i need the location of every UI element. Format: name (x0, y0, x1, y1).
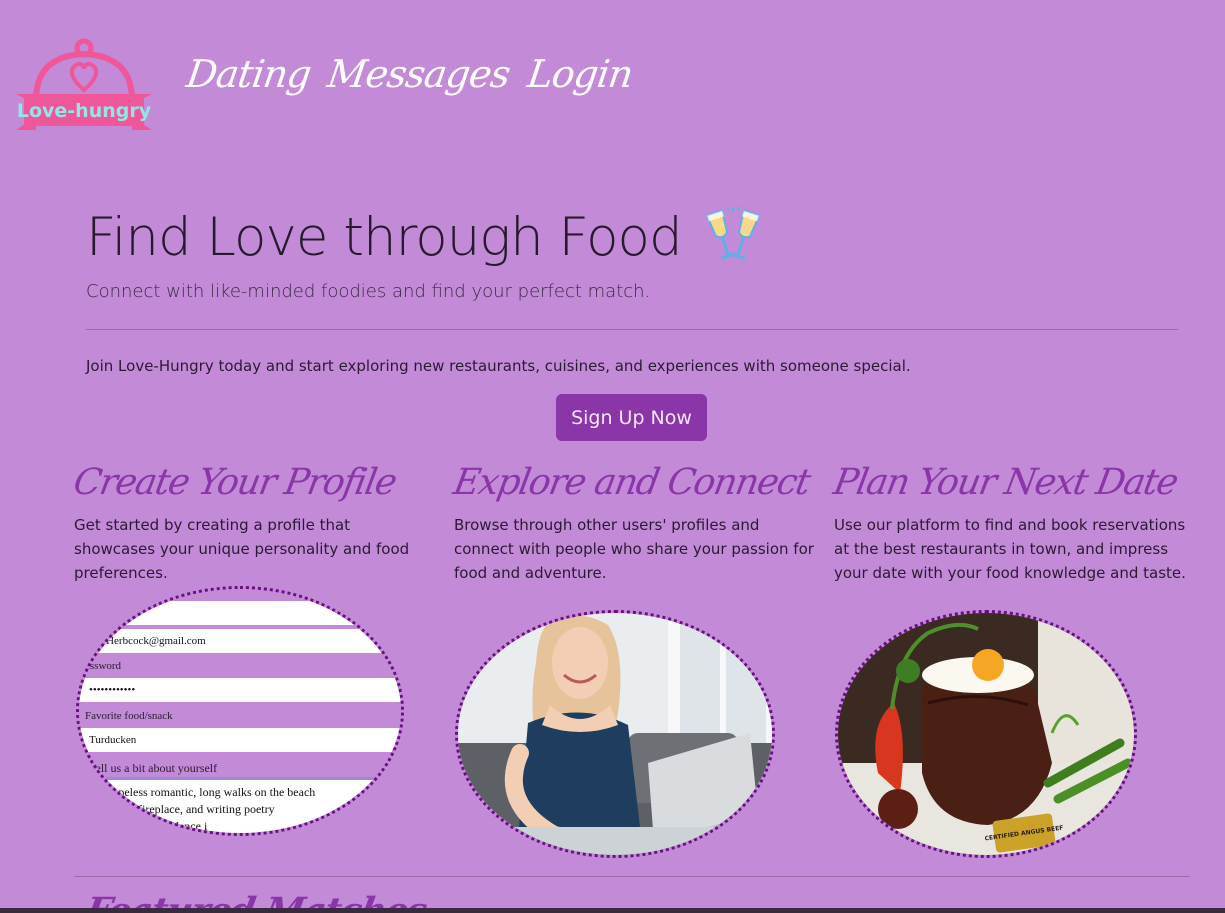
about-line: n a hopeless romantic, long walks on the… (89, 785, 316, 799)
password-field: •••••••••••• (79, 678, 401, 702)
feature-create-profile: Create Your Profile Get started by creat… (70, 462, 434, 585)
section-divider (74, 876, 1190, 877)
feature-text: Use our platform to find and book reserv… (834, 516, 1186, 582)
feature-text: Get started by creating a profile that s… (74, 516, 410, 582)
steak-illustration: CERTIFIED ANGUS BEEF (838, 613, 1134, 855)
form-top-field (79, 601, 401, 625)
steak-dish-image: CERTIFIED ANGUS BEEF (835, 610, 1137, 858)
hero-title: Find Love through Food (86, 206, 762, 268)
logo-text: Love-hungry (17, 100, 152, 122)
profile-form-image: rbieHerbcock@gmail.com assword •••••••••… (76, 586, 404, 836)
form-preview: rbieHerbcock@gmail.com assword •••••••••… (79, 589, 401, 833)
woman-laptop-illustration (458, 613, 772, 855)
feature-plan-date: Plan Your Next Date Use our platform to … (830, 462, 1194, 585)
hero-body: Join Love-Hungry today and start explori… (86, 357, 911, 375)
clinking-glasses-icon (704, 206, 762, 268)
about-line: tiful eyes as they dance i (89, 819, 208, 833)
nav-dating[interactable]: Dating (184, 52, 314, 96)
email-field: rbieHerbcock@gmail.com (79, 629, 401, 653)
about-label: Tell us a bit about yourself (89, 761, 218, 775)
feature-explore-connect: Explore and Connect Browse through other… (450, 462, 814, 585)
nav-login[interactable]: Login (525, 52, 635, 96)
love-hungry-logo[interactable]: Love-hungry (14, 38, 154, 136)
feature-title: Explore and Connect (450, 462, 813, 503)
woman-laptop-image (455, 610, 775, 858)
hero-divider (86, 329, 1178, 330)
bottom-image-strip (0, 908, 1225, 913)
feature-text: Browse through other users' profiles and… (454, 516, 814, 582)
nav-messages[interactable]: Messages (325, 52, 513, 96)
feature-title: Create Your Profile (70, 462, 399, 503)
food-label: Favorite food/snack (85, 710, 173, 722)
main-nav: Dating Messages Login (184, 52, 635, 96)
food-field: Turducken (79, 728, 401, 752)
feature-title: Plan Your Next Date (830, 462, 1181, 503)
about-field: n a hopeless romantic, long walks on the… (79, 780, 401, 833)
about-line: les by the fireplace, and writing poetry (89, 802, 275, 816)
hero-lead: Connect with like-minded foodies and fin… (86, 281, 651, 302)
password-label: assword (85, 660, 122, 672)
sign-up-button[interactable]: Sign Up Now (556, 394, 707, 441)
hero-title-text: Find Love through Food (86, 206, 683, 268)
